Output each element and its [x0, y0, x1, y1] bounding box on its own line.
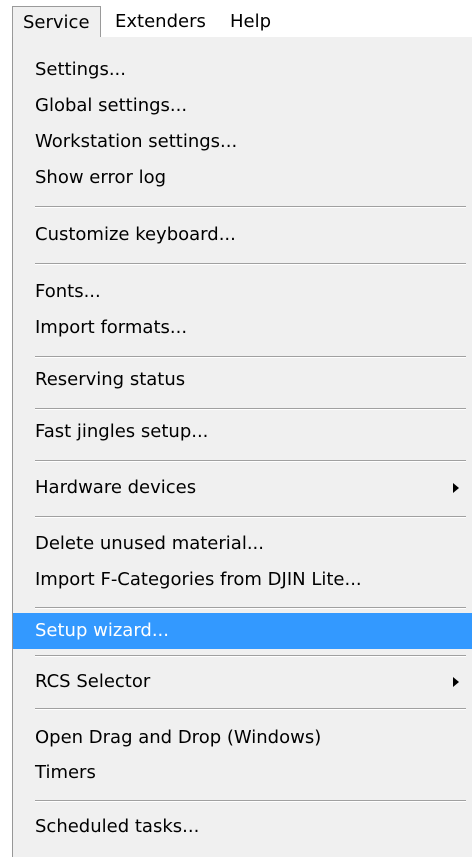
- menu-item-scheduled-tasks[interactable]: Scheduled tasks...: [13, 809, 472, 845]
- menu-item-show-error-log[interactable]: Show error log: [13, 160, 472, 196]
- menu-item-label: Global settings...: [35, 95, 188, 116]
- menu-item-rcs-selector[interactable]: RCS Selector: [13, 664, 472, 700]
- menu-item-label: Fast jingles setup...: [35, 421, 209, 442]
- menu-item-timers[interactable]: Timers: [13, 755, 472, 791]
- menu-item-label: Delete unused material...: [35, 533, 264, 554]
- application-window: Service Extenders Help Settings... Globa…: [0, 0, 472, 857]
- menu-item-label: Customize keyboard...: [35, 224, 236, 245]
- menu-separator: [35, 206, 466, 208]
- menubar-item-help[interactable]: Help: [230, 6, 271, 38]
- menu-separator: [35, 516, 466, 518]
- menu-item-label: Settings...: [35, 59, 126, 80]
- menu-item-label: RCS Selector: [35, 671, 151, 692]
- menubar-item-service[interactable]: Service: [12, 6, 101, 38]
- menu-item-label: Import F-Categories from DJIN Lite...: [35, 569, 362, 590]
- menu-item-reserving-status[interactable]: Reserving status: [13, 362, 472, 398]
- menu-separator: [35, 800, 466, 802]
- menu-item-customize-keyboard[interactable]: Customize keyboard...: [13, 217, 472, 253]
- menu-item-global-settings[interactable]: Global settings...: [13, 88, 472, 124]
- menu-item-settings[interactable]: Settings...: [13, 52, 472, 88]
- menu-item-label: Open Drag and Drop (Windows): [35, 727, 322, 748]
- menu-separator: [35, 655, 466, 657]
- menu-item-hardware-devices[interactable]: Hardware devices: [13, 470, 472, 506]
- menu-separator: [35, 356, 466, 358]
- menu-item-workstation-settings[interactable]: Workstation settings...: [13, 124, 472, 160]
- menu-separator: [35, 408, 466, 410]
- menubar-item-extenders[interactable]: Extenders: [115, 6, 206, 38]
- menu-item-import-f-categories[interactable]: Import F-Categories from DJIN Lite...: [13, 562, 472, 598]
- menu-item-fonts[interactable]: Fonts...: [13, 274, 472, 310]
- service-dropdown-menu: Settings... Global settings... Workstati…: [12, 37, 472, 857]
- menu-item-label: Show error log: [35, 167, 167, 188]
- menu-separator: [35, 263, 466, 265]
- menu-item-label: Reserving status: [35, 369, 186, 390]
- menu-item-setup-wizard[interactable]: Setup wizard...: [13, 613, 472, 649]
- menu-separator: [35, 460, 466, 462]
- menu-item-label: Workstation settings...: [35, 131, 238, 152]
- menu-item-label: Setup wizard...: [35, 620, 169, 641]
- submenu-arrow-icon: [453, 677, 459, 687]
- menu-item-label: Import formats...: [35, 317, 188, 338]
- menu-separator: [35, 607, 466, 609]
- submenu-arrow-icon: [453, 483, 459, 493]
- menu-item-label: Scheduled tasks...: [35, 816, 200, 837]
- menu-item-label: Timers: [35, 762, 96, 783]
- menu-item-open-drag-and-drop[interactable]: Open Drag and Drop (Windows): [13, 720, 472, 756]
- menu-item-label: Hardware devices: [35, 477, 197, 498]
- menu-item-import-formats[interactable]: Import formats...: [13, 310, 472, 346]
- menu-item-label: Fonts...: [35, 281, 101, 302]
- menu-item-delete-unused-material[interactable]: Delete unused material...: [13, 526, 472, 562]
- menu-item-fast-jingles-setup[interactable]: Fast jingles setup...: [13, 414, 472, 450]
- menu-separator: [35, 708, 466, 710]
